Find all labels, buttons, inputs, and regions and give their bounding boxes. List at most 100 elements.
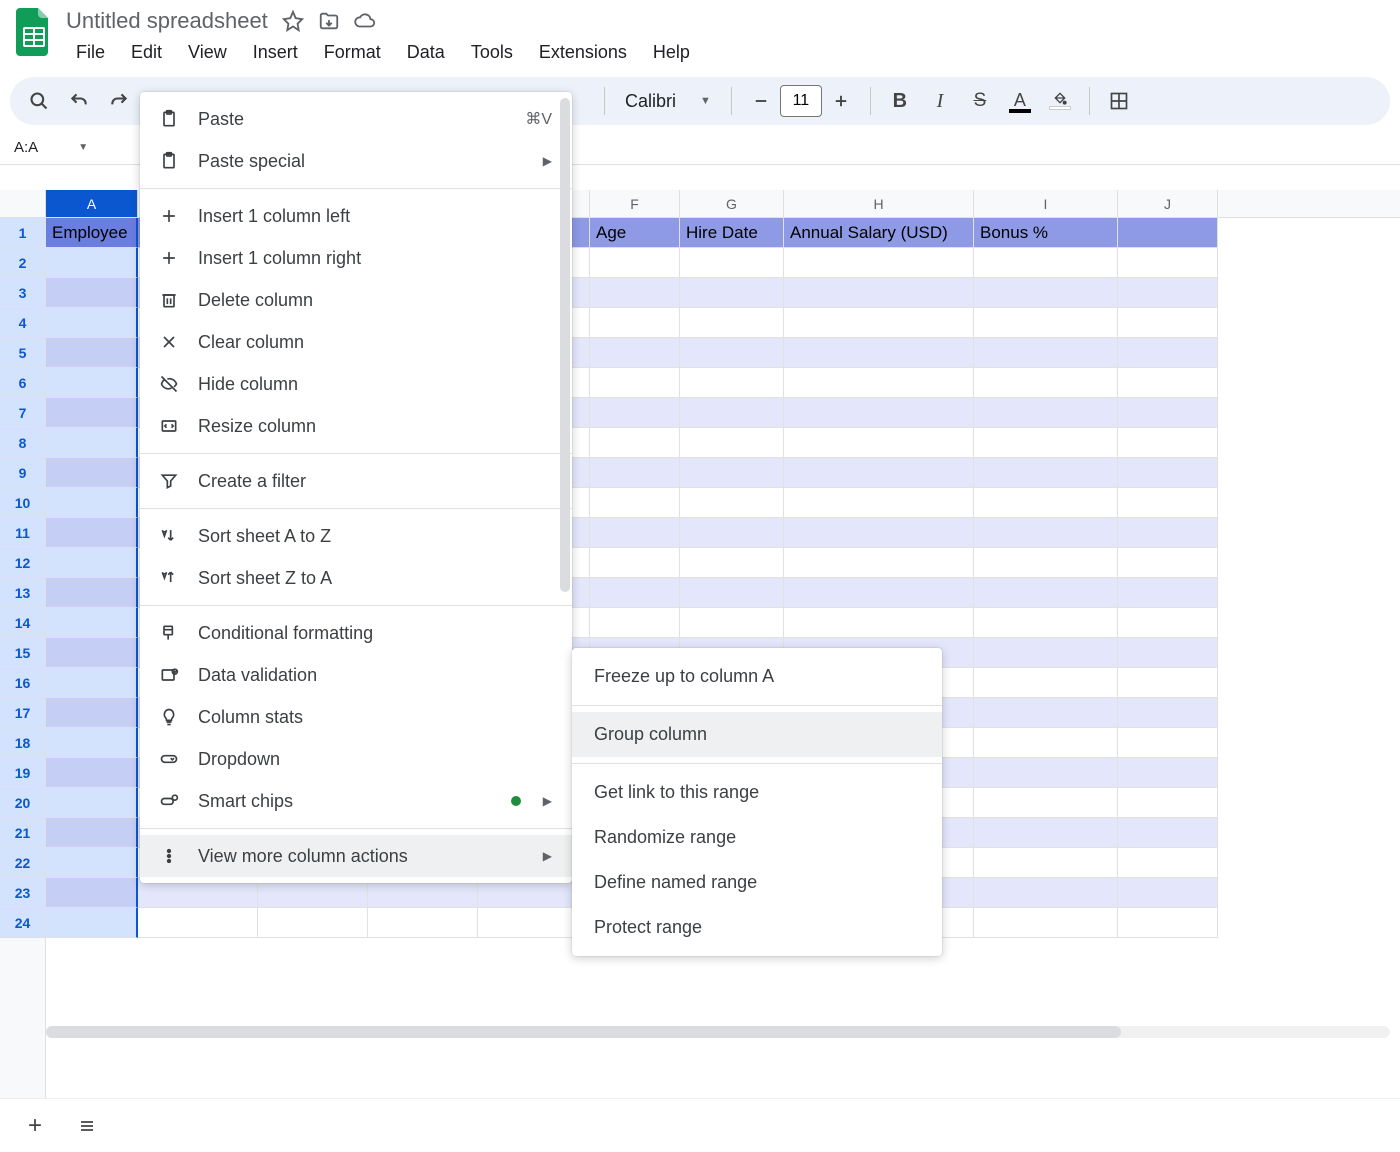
row-header-15[interactable]: 15 xyxy=(0,638,45,668)
col-header-I[interactable]: I xyxy=(974,190,1118,217)
menu-create-a-filter[interactable]: Create a filter xyxy=(140,460,572,502)
cell[interactable] xyxy=(974,758,1118,788)
cell[interactable] xyxy=(46,458,138,488)
menu-sort-sheet-a-to-z[interactable]: Sort sheet A to Z xyxy=(140,515,572,557)
cell[interactable] xyxy=(1118,488,1218,518)
cell[interactable] xyxy=(680,548,784,578)
menu-view[interactable]: View xyxy=(178,38,237,67)
cell[interactable] xyxy=(138,908,258,938)
row-header-21[interactable]: 21 xyxy=(0,818,45,848)
increase-font-icon[interactable] xyxy=(824,84,858,118)
menu-scrollbar[interactable] xyxy=(560,98,570,803)
row-header-7[interactable]: 7 xyxy=(0,398,45,428)
cell[interactable] xyxy=(1118,758,1218,788)
cell[interactable] xyxy=(1118,218,1218,248)
cell[interactable] xyxy=(368,908,478,938)
row-header-18[interactable]: 18 xyxy=(0,728,45,758)
menu-data[interactable]: Data xyxy=(397,38,455,67)
menu-delete-column[interactable]: Delete column xyxy=(140,279,572,321)
cell[interactable] xyxy=(1118,818,1218,848)
cell[interactable] xyxy=(974,458,1118,488)
cell[interactable] xyxy=(1118,668,1218,698)
submenu-define-named-range[interactable]: Define named range xyxy=(572,860,942,905)
borders-button[interactable] xyxy=(1102,84,1136,118)
row-header-23[interactable]: 23 xyxy=(0,878,45,908)
cell[interactable] xyxy=(590,278,680,308)
cell[interactable] xyxy=(974,548,1118,578)
cell[interactable] xyxy=(1118,638,1218,668)
cell[interactable] xyxy=(974,488,1118,518)
cell[interactable] xyxy=(680,518,784,548)
cell[interactable]: Bonus % xyxy=(974,218,1118,248)
menu-paste-special[interactable]: Paste special▶ xyxy=(140,140,572,182)
cell[interactable] xyxy=(590,248,680,278)
cell[interactable] xyxy=(784,368,974,398)
row-header-9[interactable]: 9 xyxy=(0,458,45,488)
col-header-J[interactable]: J xyxy=(1118,190,1218,217)
cell[interactable] xyxy=(1118,338,1218,368)
row-header-3[interactable]: 3 xyxy=(0,278,45,308)
menu-hide-column[interactable]: Hide column xyxy=(140,363,572,405)
row-header-24[interactable]: 24 xyxy=(0,908,45,938)
cell[interactable] xyxy=(1118,698,1218,728)
cell[interactable] xyxy=(784,518,974,548)
cell[interactable] xyxy=(46,338,138,368)
name-box[interactable]: A:A ▼ xyxy=(6,135,96,160)
cell[interactable] xyxy=(590,398,680,428)
cell[interactable] xyxy=(46,488,138,518)
cell[interactable] xyxy=(590,338,680,368)
row-header-12[interactable]: 12 xyxy=(0,548,45,578)
row-header-17[interactable]: 17 xyxy=(0,698,45,728)
cell[interactable] xyxy=(46,638,138,668)
cell[interactable] xyxy=(46,248,138,278)
cell[interactable] xyxy=(784,548,974,578)
cell[interactable] xyxy=(1118,518,1218,548)
menu-column-stats[interactable]: Column stats xyxy=(140,696,572,738)
row-header-2[interactable]: 2 xyxy=(0,248,45,278)
font-name-select[interactable]: Calibri▼ xyxy=(617,87,719,116)
cell[interactable]: Annual Salary (USD) xyxy=(784,218,974,248)
cell[interactable] xyxy=(1118,248,1218,278)
cell[interactable] xyxy=(680,578,784,608)
cell[interactable] xyxy=(46,728,138,758)
cell[interactable] xyxy=(974,578,1118,608)
fill-color-button[interactable] xyxy=(1043,84,1077,118)
cell[interactable] xyxy=(1118,278,1218,308)
search-icon[interactable] xyxy=(22,84,56,118)
row-header-20[interactable]: 20 xyxy=(0,788,45,818)
cell[interactable] xyxy=(590,308,680,338)
cell[interactable] xyxy=(784,608,974,638)
cell[interactable] xyxy=(1118,728,1218,758)
cell[interactable] xyxy=(46,758,138,788)
cell[interactable] xyxy=(974,398,1118,428)
cell[interactable] xyxy=(46,878,138,908)
cell[interactable] xyxy=(680,338,784,368)
row-header-6[interactable]: 6 xyxy=(0,368,45,398)
row-header-1[interactable]: 1 xyxy=(0,218,45,248)
row-header-22[interactable]: 22 xyxy=(0,848,45,878)
menu-edit[interactable]: Edit xyxy=(121,38,172,67)
row-header-10[interactable]: 10 xyxy=(0,488,45,518)
all-sheets-button[interactable] xyxy=(70,1109,104,1143)
row-header-8[interactable]: 8 xyxy=(0,428,45,458)
cell[interactable] xyxy=(974,878,1118,908)
menu-format[interactable]: Format xyxy=(314,38,391,67)
italic-button[interactable]: I xyxy=(923,84,957,118)
cell[interactable] xyxy=(784,308,974,338)
sheets-logo[interactable] xyxy=(14,8,54,56)
submenu-get-link-to-this-range[interactable]: Get link to this range xyxy=(572,770,942,815)
select-all-corner[interactable] xyxy=(0,190,46,218)
submenu-group-column[interactable]: Group column xyxy=(572,712,942,757)
col-header-G[interactable]: G xyxy=(680,190,784,217)
cell[interactable] xyxy=(680,368,784,398)
cell[interactable] xyxy=(1118,848,1218,878)
cell[interactable] xyxy=(784,428,974,458)
decrease-font-icon[interactable] xyxy=(744,84,778,118)
cell[interactable] xyxy=(46,398,138,428)
cell[interactable] xyxy=(46,668,138,698)
cell[interactable] xyxy=(974,428,1118,458)
cell[interactable] xyxy=(784,248,974,278)
cell[interactable] xyxy=(974,368,1118,398)
row-header-13[interactable]: 13 xyxy=(0,578,45,608)
cell[interactable] xyxy=(784,278,974,308)
